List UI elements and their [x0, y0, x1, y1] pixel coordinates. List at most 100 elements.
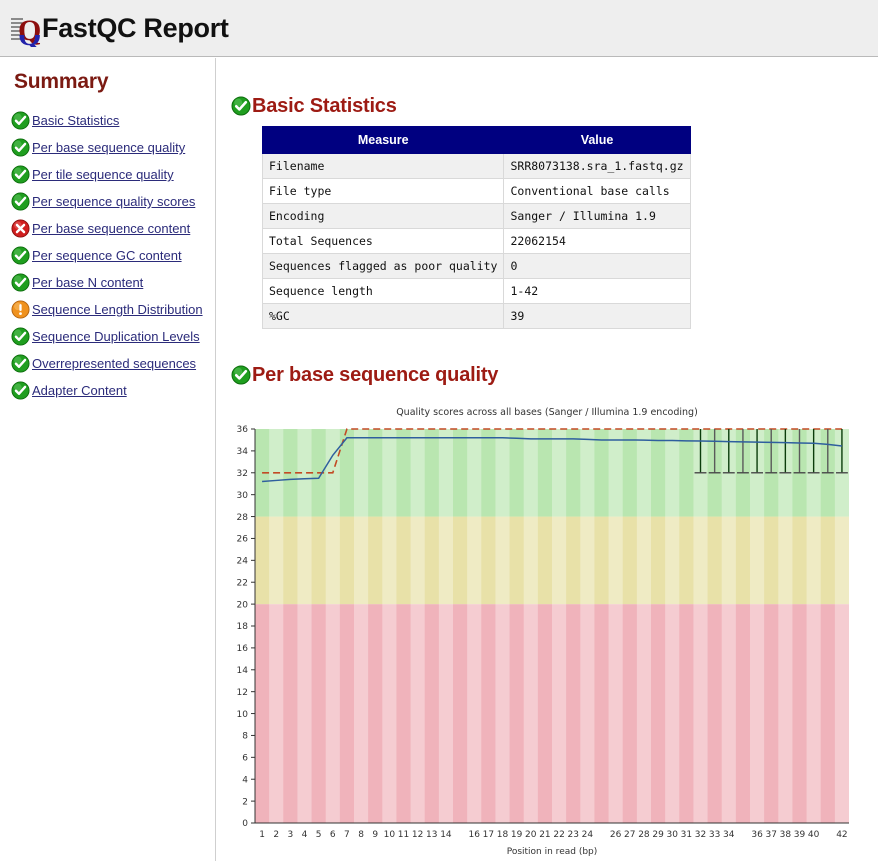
- table-row: Sequence length 1-42: [261, 278, 691, 304]
- sidebar-item-label: Sequence Duplication Levels: [32, 329, 200, 344]
- cell-measure: Total Sequences: [261, 228, 505, 254]
- green-check-icon: [11, 138, 30, 157]
- summary-list: Basic Statistics Per base sequence qualit…: [0, 107, 215, 404]
- column-stripe: [806, 429, 821, 823]
- cell-value: 1-42: [503, 278, 691, 304]
- cell-measure: Filename: [261, 153, 505, 179]
- table-row: Encoding Sanger / Illumina 1.9: [261, 203, 691, 229]
- y-tick-label: 6: [242, 754, 248, 764]
- y-tick-label: 14: [237, 666, 249, 676]
- cell-value: Sanger / Illumina 1.9: [503, 203, 691, 229]
- y-tick-label: 10: [237, 710, 249, 720]
- cell-measure: Encoding: [261, 203, 505, 229]
- column-stripe: [665, 429, 680, 823]
- column-stripe: [382, 429, 397, 823]
- table-row: %GC 39: [261, 303, 691, 329]
- column-stripe: [410, 429, 425, 823]
- quality-boxplot-chart: 0246810121416182022242628303234361 2 3 4 5 6 7…: [237, 425, 849, 857]
- sidebar-item-per-base-sequence-quality[interactable]: Per base sequence quality: [0, 134, 215, 161]
- x-tick-label: 9: [372, 830, 378, 840]
- green-check-icon: [11, 381, 30, 400]
- sidebar-item-sequence-length-distribution[interactable]: Sequence Length Distribution: [0, 296, 215, 323]
- sidebar-item-per-sequence-gc-content[interactable]: Per sequence GC content: [0, 242, 215, 269]
- x-tick-label: 23: [567, 830, 578, 840]
- per-base-sequence-quality-header: Per base sequence quality: [217, 365, 878, 385]
- x-tick-label: 38: [780, 830, 792, 840]
- sidebar-item-basic-statistics[interactable]: Basic Statistics: [0, 107, 215, 134]
- sidebar-item-label: Basic Statistics: [32, 113, 120, 128]
- column-stripe: [778, 429, 793, 823]
- x-tick-label: 42: [836, 830, 847, 840]
- page-title: FastQC Report: [42, 12, 229, 43]
- y-tick-label: 24: [237, 557, 249, 567]
- page-header: Q Q FastQC Report: [0, 0, 878, 57]
- green-check-icon: [231, 96, 251, 116]
- per-base-sequence-quality-title: Per base sequence quality: [252, 364, 499, 386]
- main-content: Basic Statistics Measure Value Filename S…: [217, 58, 878, 861]
- x-tick-label: 5: [316, 830, 322, 840]
- sidebar-item-label: Per tile sequence quality: [32, 167, 174, 182]
- cell-value: 0: [503, 253, 691, 279]
- green-check-icon: [11, 111, 30, 130]
- fastqc-report-page: Q Q FastQC Report Summary Basic Statisti…: [0, 0, 878, 861]
- x-tick-label: 24: [582, 830, 594, 840]
- orange-exclamation-icon: [11, 300, 30, 319]
- sidebar-item-per-tile-sequence-quality[interactable]: Per tile sequence quality: [0, 161, 215, 188]
- x-tick-label: 34: [723, 830, 735, 840]
- x-tick-label: 21: [539, 830, 550, 840]
- sidebar-item-adapter-content[interactable]: Adapter Content: [0, 377, 215, 404]
- x-tick-label: 22: [553, 830, 564, 840]
- x-tick-label: 8: [358, 830, 364, 840]
- y-tick-label: 36: [237, 425, 249, 435]
- cell-measure: File type: [261, 178, 505, 204]
- cell-value: SRR8073138.sra_1.fastq.gz: [503, 153, 691, 179]
- column-stripe: [438, 429, 453, 823]
- x-tick-label: 36: [751, 830, 763, 840]
- sidebar-item-overrepresented-sequences[interactable]: Overrepresented sequences: [0, 350, 215, 377]
- x-tick-label: 11: [398, 830, 409, 840]
- column-stripe: [834, 429, 849, 823]
- y-tick-label: 20: [237, 600, 249, 610]
- x-tick-label: 4: [302, 830, 308, 840]
- x-tick-label: 1: [259, 830, 265, 840]
- basic-statistics-table-wrap: Measure Value Filename SRR8073138.sra_1.f…: [217, 116, 878, 329]
- sidebar-item-per-base-n-content[interactable]: Per base N content: [0, 269, 215, 296]
- sidebar-item-per-base-sequence-content[interactable]: Per base sequence content: [0, 215, 215, 242]
- cell-measure: Sequence length: [261, 278, 505, 304]
- x-tick-label: 14: [440, 830, 452, 840]
- x-tick-label: 6: [330, 830, 336, 840]
- y-tick-label: 30: [237, 491, 249, 501]
- sidebar-item-label: Overrepresented sequences: [32, 356, 197, 371]
- x-tick-label: 33: [709, 830, 720, 840]
- column-stripe: [297, 429, 312, 823]
- sidebar-item-sequence-duplication-levels[interactable]: Sequence Duplication Levels: [0, 323, 215, 350]
- y-tick-label: 4: [242, 775, 248, 785]
- x-tick-label: 2: [273, 830, 279, 840]
- y-tick-label: 0: [242, 819, 248, 829]
- sidebar-item-label: Per base sequence quality: [32, 140, 186, 155]
- column-stripe: [750, 429, 765, 823]
- chart-title: Quality scores across all bases (Sanger …: [396, 407, 698, 418]
- table-row: File type Conventional base calls: [261, 178, 691, 204]
- sidebar-item-label: Sequence Length Distribution: [32, 302, 203, 317]
- column-stripe: [580, 429, 595, 823]
- x-tick-label: 10: [384, 830, 396, 840]
- x-tick-label: 27: [624, 830, 635, 840]
- x-tick-label: 16: [468, 830, 480, 840]
- green-check-icon: [11, 165, 30, 184]
- x-tick-label: 31: [681, 830, 692, 840]
- sidebar-item-label: Per base N content: [32, 275, 144, 290]
- fastqc-q-logo-icon: Q Q: [10, 9, 44, 47]
- cell-measure: %GC: [261, 303, 505, 329]
- summary-sidebar: Summary Basic Statistics Per base sequenc…: [0, 58, 216, 861]
- green-check-icon: [11, 354, 30, 373]
- sidebar-item-per-sequence-quality-scores[interactable]: Per sequence quality scores: [0, 188, 215, 215]
- y-tick-label: 8: [242, 732, 248, 742]
- x-axis-title: Position in read (bp): [507, 847, 598, 857]
- module-per-base-sequence-quality: Per base sequence quality Quality scores…: [217, 329, 878, 861]
- x-tick-label: 19: [511, 830, 523, 840]
- sidebar-item-label: Per sequence quality scores: [32, 194, 196, 209]
- green-check-icon: [11, 192, 30, 211]
- x-tick-label: 37: [765, 830, 776, 840]
- green-check-icon: [11, 273, 30, 292]
